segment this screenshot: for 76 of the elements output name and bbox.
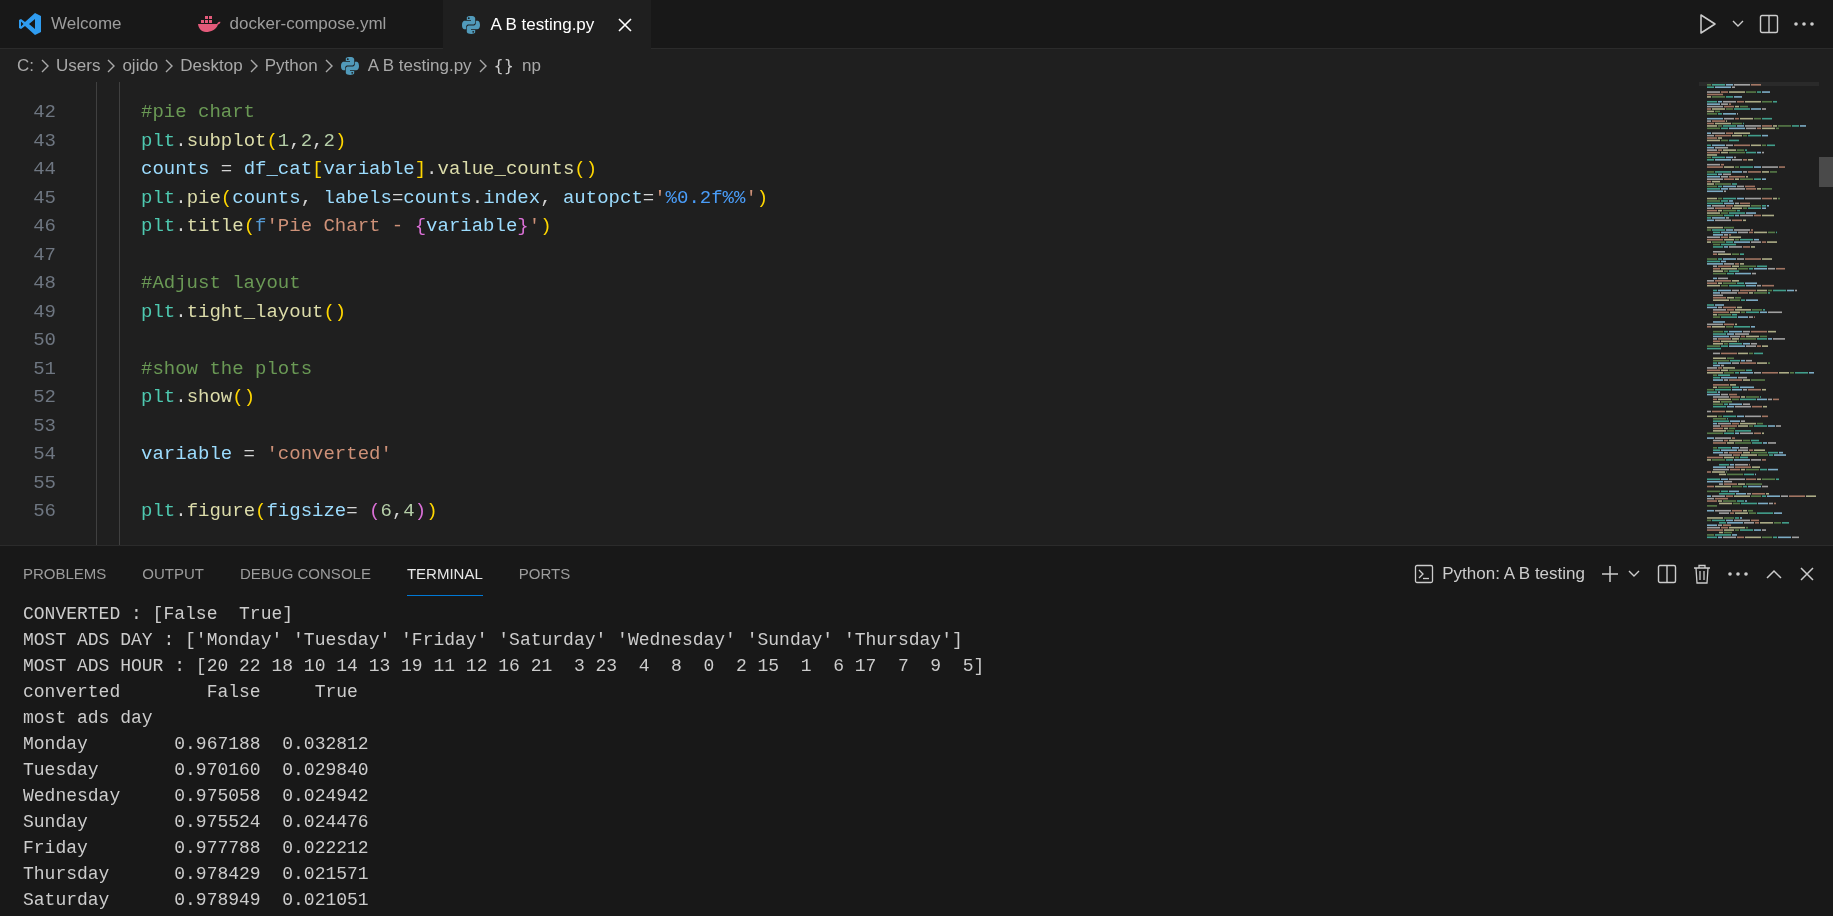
terminal-line: Saturday 0.978949 0.021051 <box>23 889 370 912</box>
line-number: 53 <box>32 413 56 439</box>
panel-tab[interactable]: PROBLEMS <box>23 552 107 596</box>
terminal-icon <box>1414 563 1435 584</box>
split-terminal-icon[interactable] <box>1657 563 1677 584</box>
editor-tab[interactable]: A B testing.py <box>443 0 652 49</box>
terminal-line: MOST ADS HOUR : [20 22 18 10 14 13 19 11 12 16 21 3 23 4 8 0 2 15 1 6 17 7 9 5] <box>23 655 986 678</box>
chevron-right-icon <box>164 58 175 73</box>
terminal-line: most ads day <box>23 707 154 730</box>
terminal-line: converted False True <box>23 681 359 704</box>
panel-tab[interactable]: PORTS <box>518 552 571 596</box>
breadcrumb-item[interactable]: ojido <box>122 55 159 76</box>
chevron-right-icon <box>40 58 50 73</box>
panel-tab[interactable]: DEBUG CONSOLE <box>240 552 371 596</box>
code-line: plt.title(f'Pie Chart - {variable}') <box>140 214 553 239</box>
line-number: 44 <box>32 157 56 182</box>
braces-icon: {} <box>493 56 514 75</box>
whale-icon <box>196 15 221 33</box>
chevron-down-icon[interactable] <box>1731 19 1745 29</box>
code-line: #pie chart <box>140 100 257 125</box>
code-line: plt.subplot(1,2,2) <box>140 128 348 154</box>
code-line: plt.tight_layout() <box>140 299 348 325</box>
scrollbar-thumb[interactable] <box>1819 157 1833 187</box>
chevron-right-icon <box>477 58 488 73</box>
code-line: counts = df_cat[variable].value_counts() <box>140 157 599 182</box>
line-number: 46 <box>32 214 56 239</box>
chevron-down-icon[interactable] <box>1627 568 1641 579</box>
code-line: #Adjust layout <box>140 271 302 296</box>
code-line: plt.show() <box>140 385 257 410</box>
line-number: 49 <box>32 299 56 325</box>
line-number: 48 <box>32 271 56 296</box>
chevron-right-icon <box>248 58 259 73</box>
file-type-icon <box>339 55 360 76</box>
run-icon[interactable] <box>1699 13 1717 35</box>
line-number: 47 <box>32 242 56 268</box>
terminal-name[interactable]: Python: A B testing <box>1442 563 1585 584</box>
code-line: variable = 'converted' <box>140 442 393 467</box>
code-line: #show the plots <box>140 356 314 382</box>
file-type-icon <box>461 14 482 35</box>
terminal-line: Monday 0.967188 0.032812 <box>23 733 370 756</box>
trash-icon[interactable] <box>1693 563 1711 584</box>
terminal-line: Sunday 0.975524 0.024476 <box>23 811 370 834</box>
line-number: 51 <box>32 356 56 382</box>
breadcrumb-item[interactable]: Python <box>264 55 318 76</box>
terminal-line: Tuesday 0.970160 0.029840 <box>23 759 370 782</box>
line-number: 42 <box>32 100 56 125</box>
chevron-right-icon <box>323 58 334 73</box>
terminal-line: MOST ADS DAY : ['Monday' 'Tuesday' 'Friday' 'Saturday' 'Wednesday' 'Sunday' 'Thursday'] <box>23 629 964 652</box>
breadcrumb-item[interactable]: Desktop <box>180 55 243 76</box>
line-number: 52 <box>32 385 56 410</box>
breadcrumb-item[interactable]: A B testing.py <box>367 55 472 76</box>
line-number: 45 <box>32 185 56 211</box>
terminal-line: Friday 0.977788 0.022212 <box>23 837 370 860</box>
plus-icon[interactable] <box>1601 564 1619 583</box>
split-editor-icon[interactable] <box>1759 14 1779 34</box>
line-number: 50 <box>32 328 56 353</box>
line-number: 54 <box>32 442 56 467</box>
breadcrumb-item[interactable]: Users <box>56 55 101 76</box>
line-number: 56 <box>32 499 56 524</box>
close-icon[interactable] <box>1799 565 1815 582</box>
terminal-line: Thursday 0.978429 0.021571 <box>23 863 370 886</box>
breadcrumb-item[interactable]: C: <box>17 55 34 76</box>
chevron-right-icon <box>106 58 117 73</box>
code-line: plt.pie(counts, labels=counts.index, autopct='%0.2f%%') <box>140 185 770 211</box>
logo-icon <box>18 12 42 36</box>
panel-tab[interactable]: TERMINAL <box>406 552 483 596</box>
terminal-line: Wednesday 0.975058 0.024942 <box>23 785 370 808</box>
code-line: plt.figure(figsize= (6,4)) <box>140 499 439 524</box>
chevron-up-icon[interactable] <box>1765 567 1783 580</box>
more-icon[interactable] <box>1727 570 1749 577</box>
line-number: 43 <box>32 128 56 154</box>
more-icon[interactable] <box>1793 21 1815 27</box>
line-number: 55 <box>32 470 56 496</box>
breadcrumb-item[interactable]: np <box>521 55 541 76</box>
terminal-line: CONVERTED : [False True] <box>23 603 295 626</box>
panel-tab[interactable]: OUTPUT <box>142 552 205 596</box>
